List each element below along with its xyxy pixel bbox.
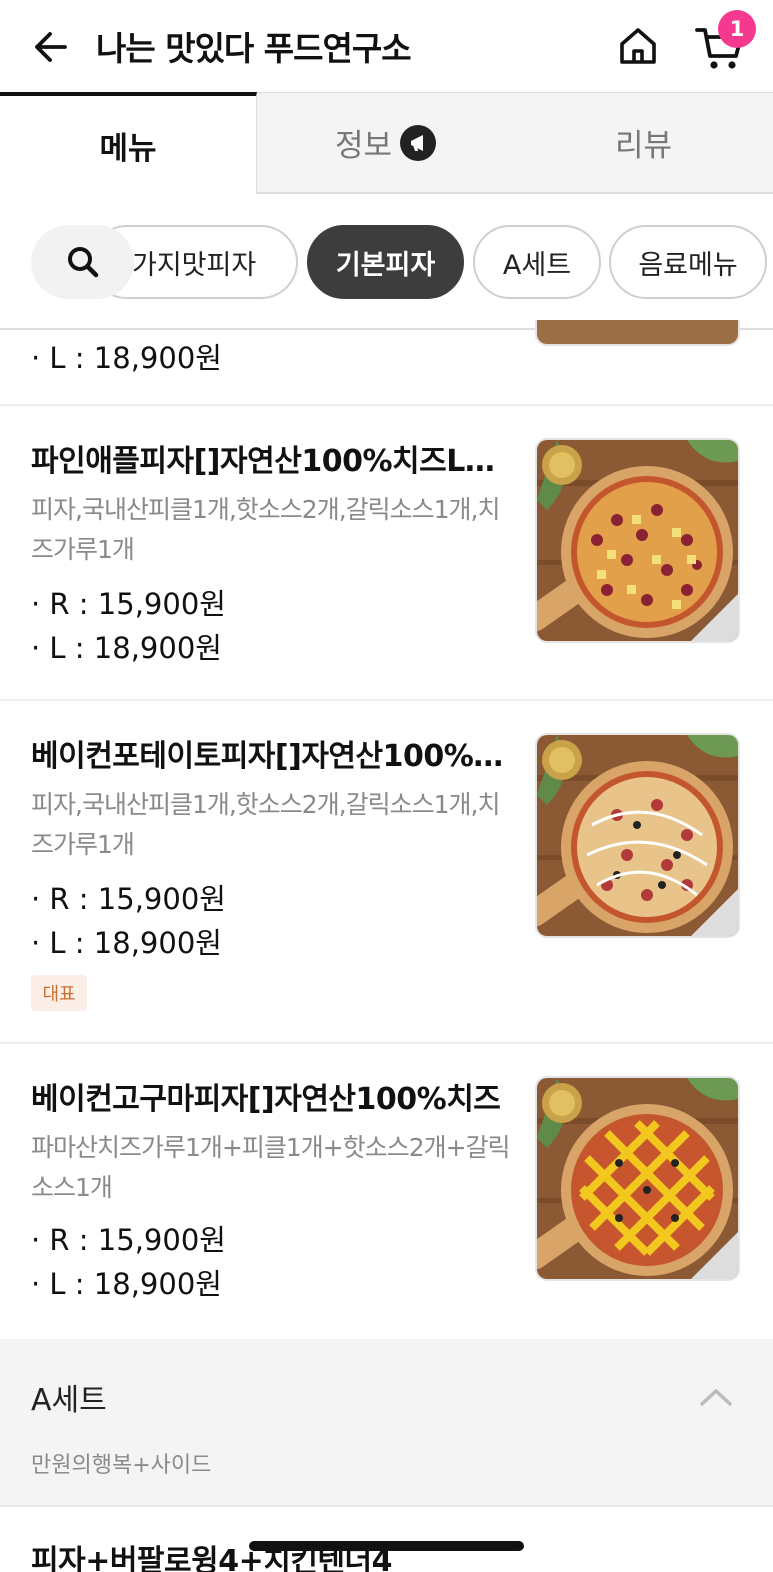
tab-menu-label: 메뉴: [99, 130, 157, 167]
tab-review-label: 리뷰: [614, 128, 673, 164]
home-button[interactable]: [614, 22, 662, 70]
search-icon: [67, 247, 98, 278]
store-tabs: 메뉴 정보 리뷰: [0, 92, 773, 194]
tab-review[interactable]: 리뷰: [514, 92, 773, 194]
menu-item[interactable]: 베이컨고구마피자[]자연산100%치즈 파마산치즈가루1개+피클1개+핫소스2개…: [0, 1044, 773, 1339]
category-chip-a-set[interactable]: A세트: [473, 225, 601, 299]
menu-item-prices: · R : 15,900원 · L : 18,900원: [31, 1218, 226, 1306]
category-chip-label: A세트: [502, 249, 572, 281]
arrow-left-icon: [35, 32, 67, 62]
menu-item-prices: · R : 15,900원 · L : 18,900원: [31, 877, 226, 965]
category-chip-label: 음료메뉴: [638, 249, 738, 281]
menu-item-description: 피자,국내산피클1개,핫소스2개,갈릭소스1개,치즈가루1개: [31, 790, 501, 859]
section-a-set[interactable]: A세트 만원의행복+사이드: [0, 1339, 773, 1507]
section-title: A세트: [31, 1383, 107, 1418]
category-chip-drinks[interactable]: 음료메뉴: [609, 225, 767, 299]
price-regular: · R : 15,900원: [31, 1223, 226, 1257]
category-chip-label: 기본피자: [335, 249, 436, 281]
menu-item[interactable]: 베이컨포테이토피자[]자연산100%… 피자,국내산피클1개,핫소스2개,갈릭소…: [0, 701, 773, 1044]
section-description: 만원의행복+사이드: [31, 1453, 212, 1478]
menu-item-partial[interactable]: · L : 18,900원: [0, 320, 773, 406]
category-chip-label: 가지맛피자: [132, 249, 257, 281]
menu-item-prices: · R : 15,900원 · L : 18,900원: [31, 582, 226, 670]
home-indicator[interactable]: [249, 1541, 524, 1551]
chevron-up-icon: [700, 1389, 732, 1406]
representative-badge: 대표: [31, 975, 87, 1011]
back-button[interactable]: [28, 24, 74, 70]
store-title: 나는 맛있다 푸드연구소: [96, 29, 412, 68]
menu-item-name: 파인애플피자[]자연산100%치즈L…: [31, 444, 495, 479]
cart-count-badge: 1: [718, 10, 756, 48]
menu-item-name: 베이컨포테이토피자[]자연산100%…: [31, 739, 503, 774]
collapse-toggle[interactable]: [696, 1377, 736, 1417]
category-chips: 가지맛피자 기본피자 A세트 음료메뉴: [0, 194, 773, 330]
price-regular: · R : 15,900원: [31, 882, 226, 916]
price-regular: · R : 15,900원: [31, 587, 226, 621]
menu-item-description: 파마산치즈가루1개+피클1개+핫소스2개+갈릭소스1개: [31, 1133, 511, 1202]
category-chip-basic-pizza[interactable]: 기본피자: [307, 225, 464, 299]
price-large: · L : 18,900원: [31, 1267, 222, 1301]
tab-info[interactable]: 정보: [257, 92, 514, 194]
top-app-bar: 나는 맛있다 푸드연구소 1: [0, 0, 773, 94]
menu-search-button[interactable]: [31, 225, 134, 299]
price-large: · L : 18,900원: [31, 631, 222, 665]
bacon-potato-pizza-image: [535, 733, 740, 938]
menu-item-description: 피자,국내산피클1개,핫소스2개,갈릭소스1개,치즈가루1개: [31, 495, 501, 564]
menu-item-image: [535, 320, 740, 346]
tab-info-label: 정보: [334, 128, 393, 164]
price-large: · L : 18,900원: [31, 926, 222, 960]
menu-item-name: 베이컨고구마피자[]자연산100%치즈: [31, 1082, 501, 1117]
tab-menu[interactable]: 메뉴: [0, 92, 257, 194]
home-icon: [620, 28, 656, 64]
megaphone-icon: [400, 124, 437, 161]
price-large: · L : 18,900원: [31, 341, 222, 375]
pineapple-pizza-image: [535, 438, 740, 643]
menu-item[interactable]: 파인애플피자[]자연산100%치즈L… 피자,국내산피클1개,핫소스2개,갈릭소…: [0, 406, 773, 701]
bacon-sweet-potato-pizza-image: [535, 1076, 740, 1281]
